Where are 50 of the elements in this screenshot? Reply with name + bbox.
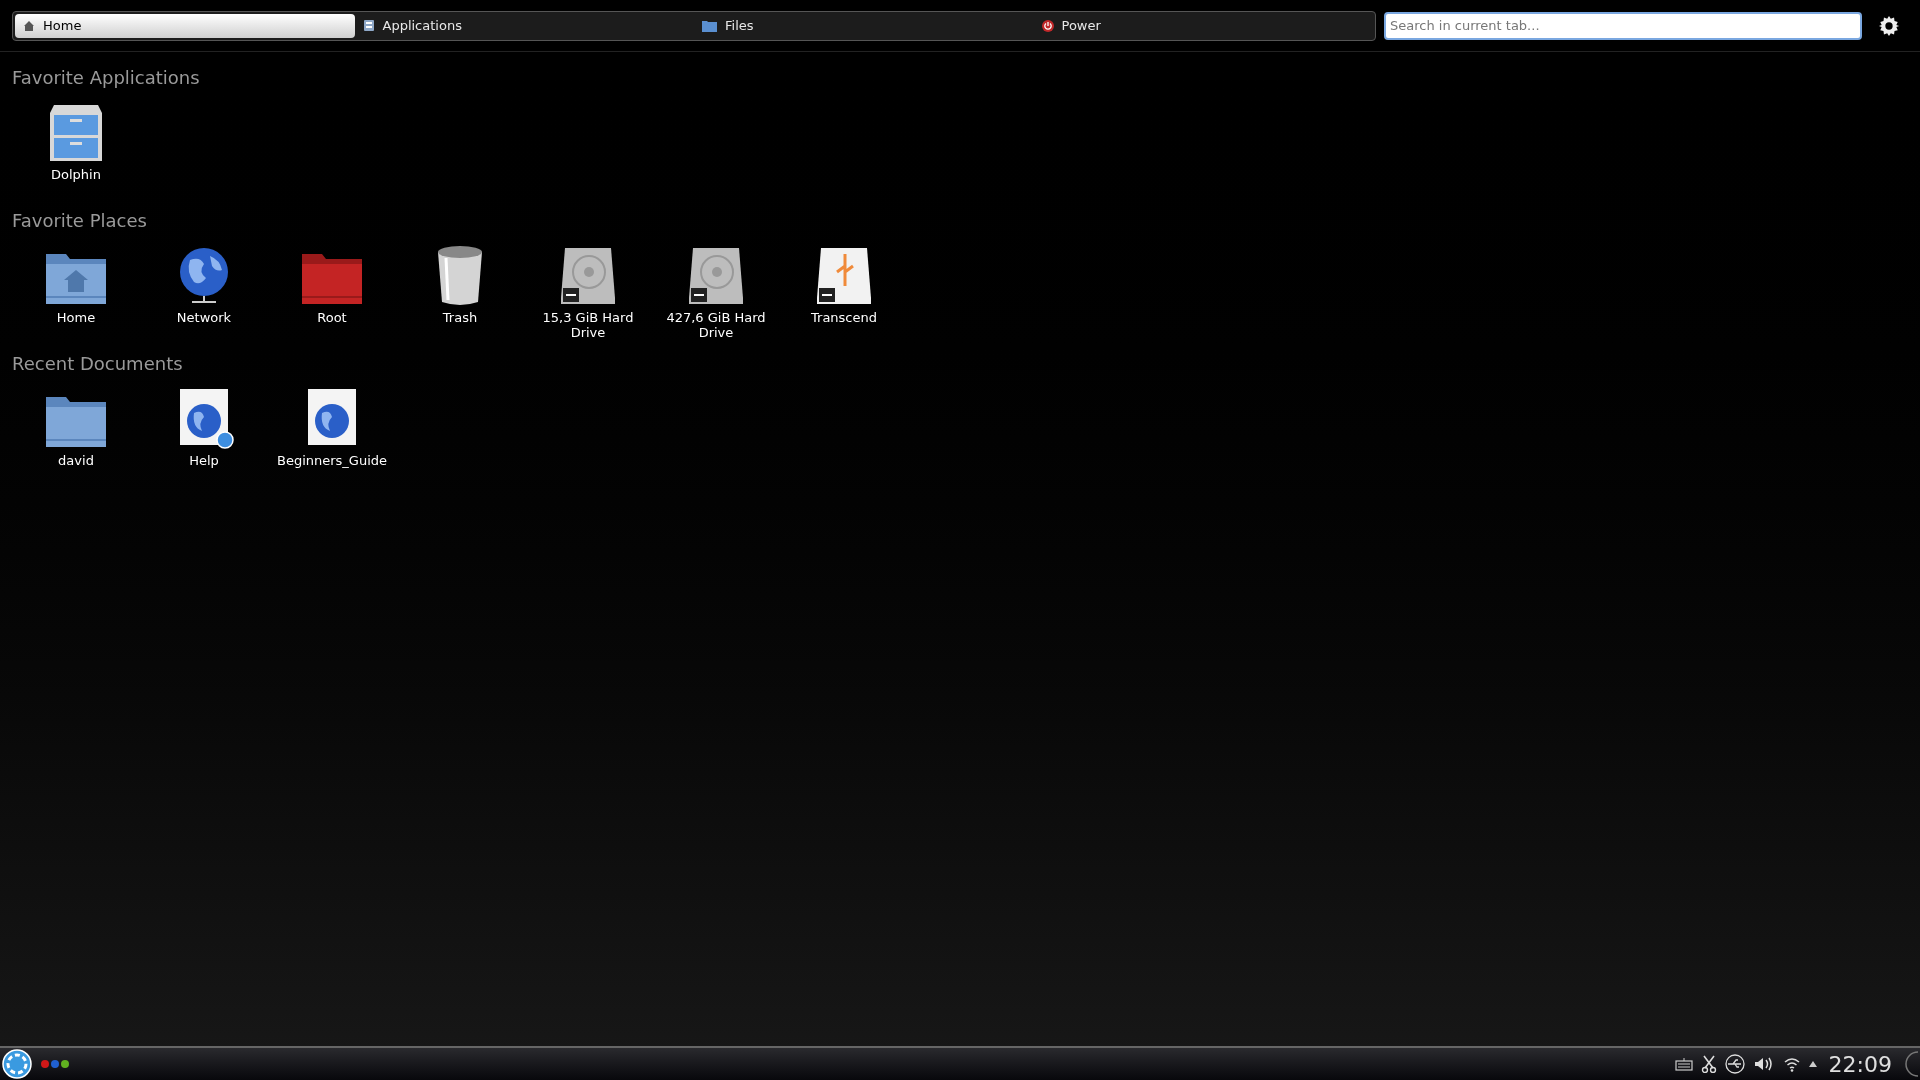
item-label: Beginners_Guide	[277, 453, 387, 470]
usb-drive-icon	[815, 246, 873, 306]
section-heading: Recent Documents	[12, 352, 184, 376]
scissors-icon[interactable]	[1700, 1055, 1717, 1073]
home-icon	[23, 19, 35, 32]
item-label: Root	[316, 310, 348, 327]
volume-icon[interactable]	[1752, 1055, 1775, 1073]
item-label: 15,3 GiB Hard Drive	[541, 310, 635, 340]
tab[interactable]: Files	[694, 13, 1034, 38]
clock[interactable]: 22:09	[1824, 1047, 1896, 1080]
tab[interactable]: Applications	[354, 13, 694, 38]
launcher-item[interactable]: david	[12, 385, 140, 483]
application-icon	[362, 19, 375, 32]
launcher-item[interactable]: Root	[268, 242, 396, 340]
keyboard-icon[interactable]	[1674, 1057, 1693, 1071]
section-heading: Favorite Places	[12, 209, 148, 233]
usb-icon[interactable]	[1724, 1054, 1745, 1074]
launcher-icon[interactable]	[2, 1049, 32, 1079]
launcher-item[interactable]: Help	[140, 385, 268, 483]
power-icon	[1041, 19, 1054, 32]
section-heading: Favorite Applications	[12, 66, 201, 90]
tab[interactable]: Home	[15, 13, 355, 38]
launcher-item[interactable]: Beginners_Guide	[268, 385, 396, 483]
item-label: Trash	[441, 310, 479, 327]
trash-icon	[436, 244, 484, 306]
item-label: Home	[55, 310, 97, 327]
launcher-item[interactable]: Transcend	[780, 242, 908, 340]
wifi-icon[interactable]	[1782, 1056, 1801, 1072]
launcher-item[interactable]: 427,6 GiB Hard Drive	[652, 242, 780, 340]
settings-icon[interactable]	[1878, 14, 1900, 37]
expand-arrow-icon[interactable]	[1808, 1061, 1817, 1067]
item-label: Dolphin	[50, 167, 102, 184]
hard-drive-icon	[687, 246, 745, 306]
item-label: Transcend	[810, 310, 878, 327]
launcher-item[interactable]: Network	[140, 242, 268, 340]
hard-drive-icon	[559, 246, 617, 306]
crescent-icon[interactable]	[1904, 1051, 1918, 1077]
item-label: 427,6 GiB Hard Drive	[665, 310, 767, 340]
launcher-item[interactable]: 15,3 GiB Hard Drive	[524, 242, 652, 340]
item-label: Help	[188, 453, 220, 470]
activity-dots-icon[interactable]	[40, 1059, 70, 1069]
tab[interactable]: Power	[1033, 13, 1373, 38]
item-label: david	[57, 453, 95, 470]
launcher-item[interactable]: Trash	[396, 242, 524, 340]
file-cabinet-icon	[48, 103, 104, 163]
search-field[interactable]: Search in current tab...	[1384, 11, 1862, 40]
item-label: Network	[175, 310, 233, 327]
launcher-item[interactable]: Home	[12, 242, 140, 340]
folder-icon	[702, 19, 717, 32]
launcher-item[interactable]: Dolphin	[12, 99, 140, 197]
